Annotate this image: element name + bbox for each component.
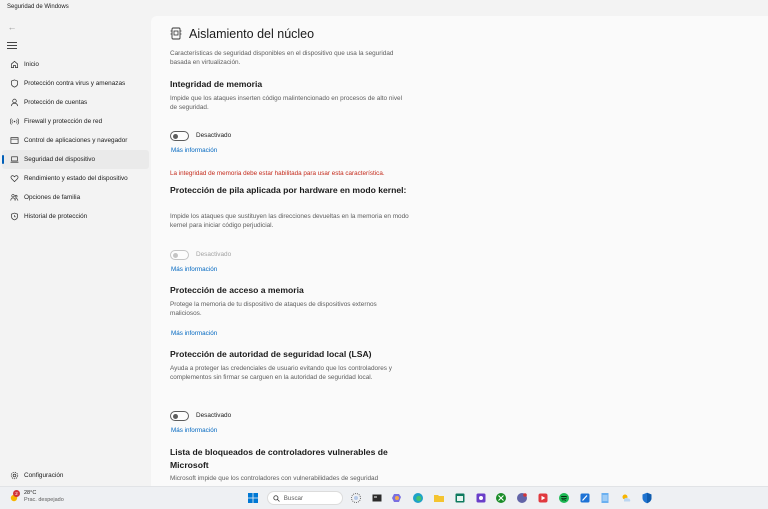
- chat-app-icon[interactable]: [515, 491, 529, 505]
- sidebar-item-configuracion[interactable]: Configuración: [2, 466, 149, 485]
- taskbar-search[interactable]: Buscar: [266, 491, 343, 505]
- task-view-icon[interactable]: [349, 491, 363, 505]
- memory-access-more-info-link[interactable]: Más información: [171, 330, 217, 337]
- sidebar-item-historial[interactable]: Historial de protección: [2, 207, 149, 226]
- sidebar-item-firewall[interactable]: Firewall y protección de red: [2, 112, 149, 131]
- stack-protection-toggle[interactable]: [170, 250, 189, 260]
- terminal-icon[interactable]: [370, 491, 384, 505]
- heart-icon: [10, 174, 19, 183]
- file-explorer-icon[interactable]: [432, 491, 446, 505]
- photo-app-icon[interactable]: [474, 491, 488, 505]
- lsa-toggle-label: Desactivado: [196, 412, 232, 420]
- windows-security-window: Seguridad de Windows ← Inicio Protección…: [0, 0, 768, 486]
- sidebar-item-label: Protección de cuentas: [24, 99, 88, 106]
- page-description: Características de seguridad disponibles…: [170, 50, 394, 67]
- memory-access-heading: Protección de acceso a memoria: [170, 285, 304, 295]
- lsa-toggle-row: Desactivado: [170, 411, 231, 421]
- stack-protection-description: Impide los ataques que sustituyen las di…: [170, 213, 409, 230]
- weather-widget[interactable]: 2 28°C Prac. despejado: [8, 489, 64, 504]
- sidebar-item-familia[interactable]: Opciones de familia: [2, 188, 149, 207]
- sun-icon: 2: [8, 489, 21, 504]
- lsa-heading: Protección de autoridad de seguridad loc…: [170, 349, 372, 359]
- sidebar-item-label: Protección contra virus y amenazas: [24, 80, 126, 87]
- sidebar-item-dispositivo[interactable]: Seguridad del dispositivo: [2, 150, 149, 169]
- memory-integrity-description: Impide que los ataques inserten código m…: [170, 95, 402, 112]
- lsa-toggle[interactable]: [170, 411, 189, 421]
- sidebar-item-aplicaciones[interactable]: Control de aplicaciones y navegador: [2, 131, 149, 150]
- page-header: Aislamiento del núcleo: [170, 27, 314, 41]
- notepad-icon[interactable]: [598, 491, 612, 505]
- lsa-more-info-link[interactable]: Más información: [171, 427, 217, 434]
- sidebar-item-label: Control de aplicaciones y navegador: [24, 137, 128, 144]
- lsa-description: Ayuda a proteger las credenciales de usu…: [170, 365, 392, 382]
- back-arrow-icon[interactable]: ←: [6, 21, 18, 33]
- paint-icon[interactable]: [578, 491, 592, 505]
- laptop-icon: [10, 155, 19, 164]
- sidebar-item-label: Inicio: [24, 61, 39, 68]
- app-window-icon: [10, 136, 19, 145]
- main-content: Aislamiento del núcleo Características d…: [151, 16, 768, 486]
- sidebar: Inicio Protección contra virus y amenaza…: [0, 55, 151, 226]
- calendar-app-icon[interactable]: [453, 491, 467, 505]
- memory-integrity-heading: Integridad de memoria: [170, 79, 263, 89]
- hamburger-menu-icon[interactable]: [6, 40, 18, 50]
- weather-app-icon[interactable]: [619, 491, 633, 505]
- search-icon: [273, 494, 280, 502]
- sidebar-item-label: Opciones de familia: [24, 194, 81, 201]
- home-icon: [10, 60, 19, 69]
- gear-icon: [10, 471, 19, 480]
- stack-protection-warning: La integridad de memoria debe estar habi…: [170, 170, 385, 177]
- windows-security-icon[interactable]: [640, 491, 654, 505]
- memory-integrity-toggle-row: Desactivado: [170, 131, 231, 141]
- sidebar-item-label: Configuración: [24, 472, 64, 479]
- sidebar-item-label: Firewall y protección de red: [24, 118, 103, 125]
- sidebar-footer: Configuración: [0, 466, 151, 485]
- history-icon: [10, 212, 19, 221]
- driver-blocklist-heading: Lista de bloqueados de controladores vul…: [170, 447, 388, 470]
- taskbar: 2 28°C Prac. despejado Buscar: [0, 486, 768, 509]
- family-icon: [10, 193, 19, 202]
- edge-icon[interactable]: [411, 491, 425, 505]
- memory-integrity-more-info-link[interactable]: Más información: [171, 147, 217, 154]
- stack-protection-heading: Protección de pila aplicada por hardware…: [170, 185, 407, 195]
- weather-temp: 28°C: [24, 490, 37, 496]
- core-isolation-chip-icon: [170, 27, 182, 41]
- sidebar-item-label: Historial de protección: [24, 213, 88, 220]
- spotify-icon[interactable]: [557, 491, 571, 505]
- media-app-icon[interactable]: [536, 491, 550, 505]
- page-title: Aislamiento del núcleo: [189, 27, 315, 41]
- copilot-icon[interactable]: [390, 491, 404, 505]
- memory-integrity-toggle[interactable]: [170, 131, 189, 141]
- search-placeholder: Buscar: [283, 494, 304, 502]
- weather-desc: Prac. despejado: [24, 497, 64, 503]
- memory-integrity-toggle-label: Desactivado: [196, 132, 232, 140]
- memory-access-description: Protege la memoria de tu dispositivo de …: [170, 301, 377, 318]
- xbox-icon[interactable]: [494, 491, 508, 505]
- stack-protection-toggle-row: Desactivado: [170, 250, 231, 260]
- stack-protection-toggle-label: Desactivado: [196, 251, 232, 259]
- shield-icon: [10, 79, 19, 88]
- sidebar-item-rendimiento[interactable]: Rendimiento y estado del dispositivo: [2, 169, 149, 188]
- weather-badge: 2: [13, 489, 20, 497]
- windows-start-icon[interactable]: [246, 491, 260, 505]
- stack-protection-more-info-link[interactable]: Más información: [171, 266, 217, 273]
- sidebar-item-inicio[interactable]: Inicio: [2, 55, 149, 74]
- sidebar-item-label: Seguridad del dispositivo: [24, 156, 96, 163]
- taskbar-apps: Buscar: [246, 491, 661, 505]
- driver-blocklist-description: Microsoft impide que los controladores c…: [170, 475, 379, 482]
- person-icon: [10, 98, 19, 107]
- sidebar-item-cuentas[interactable]: Protección de cuentas: [2, 93, 149, 112]
- sidebar-item-virus[interactable]: Protección contra virus y amenazas: [2, 74, 149, 93]
- wifi-antenna-icon: [10, 117, 19, 126]
- sidebar-item-label: Rendimiento y estado del dispositivo: [24, 175, 128, 182]
- window-title: Seguridad de Windows: [7, 4, 69, 10]
